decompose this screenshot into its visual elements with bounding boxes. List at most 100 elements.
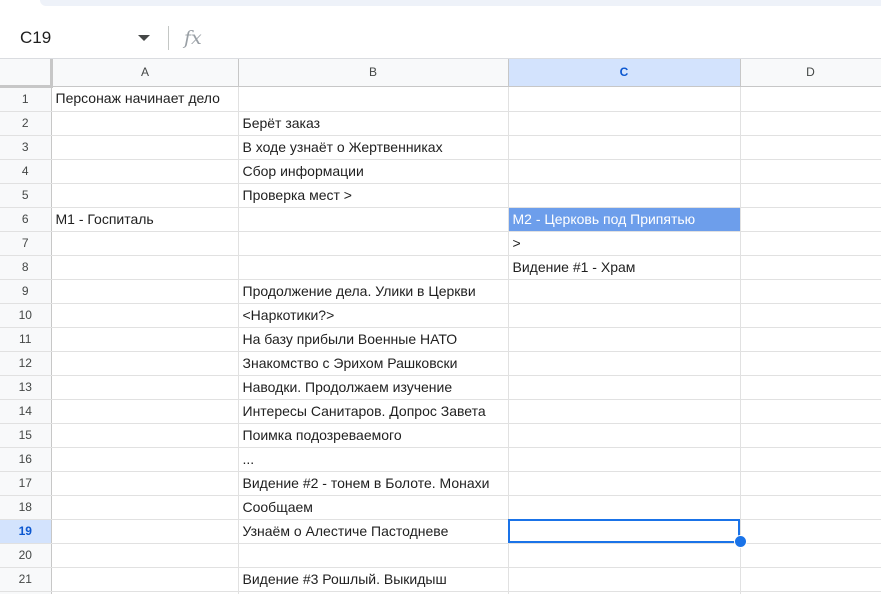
- cell-c7[interactable]: >: [508, 231, 741, 256]
- cell-d11[interactable]: [740, 327, 881, 352]
- cell-c10[interactable]: [508, 303, 741, 328]
- row-header[interactable]: 5: [0, 183, 52, 208]
- cell-b20[interactable]: [238, 543, 509, 568]
- cell-a8[interactable]: [51, 255, 239, 280]
- cell-a4[interactable]: [51, 159, 239, 184]
- cell-b1[interactable]: [238, 86, 509, 112]
- cell-b2[interactable]: Берёт заказ: [238, 111, 509, 136]
- cell-c11[interactable]: [508, 327, 741, 352]
- cell-c14[interactable]: [508, 399, 741, 424]
- cell-a9[interactable]: [51, 279, 239, 304]
- cell-c21[interactable]: [508, 567, 741, 592]
- cell-d7[interactable]: [740, 231, 881, 256]
- column-header-d[interactable]: D: [740, 59, 881, 87]
- cell-c5[interactable]: [508, 183, 741, 208]
- cell-b4[interactable]: Сбор информации: [238, 159, 509, 184]
- cell-a21[interactable]: [51, 567, 239, 592]
- cell-b12[interactable]: Знакомство с Эрихом Рашковски: [238, 351, 509, 376]
- cell-d15[interactable]: [740, 423, 881, 448]
- cell-d20[interactable]: [740, 543, 881, 568]
- cell-b5[interactable]: Проверка мест >: [238, 183, 509, 208]
- cell-b3[interactable]: В ходе узнаёт о Жертвенниках: [238, 135, 509, 160]
- cell-a16[interactable]: [51, 447, 239, 472]
- row-header[interactable]: 18: [0, 495, 52, 520]
- cell-d12[interactable]: [740, 351, 881, 376]
- cell-b16[interactable]: ...: [238, 447, 509, 472]
- cell-b6[interactable]: [238, 207, 509, 232]
- row-header[interactable]: 4: [0, 159, 52, 184]
- cell-b10[interactable]: <Наркотики?>: [238, 303, 509, 328]
- cell-c13[interactable]: [508, 375, 741, 400]
- cell-a7[interactable]: [51, 231, 239, 256]
- cell-b21[interactable]: Видение #3 Рошлый. Выкидыш: [238, 567, 509, 592]
- cell-a6[interactable]: М1 - Госпиталь: [51, 207, 239, 232]
- cell-c12[interactable]: [508, 351, 741, 376]
- cell-d10[interactable]: [740, 303, 881, 328]
- row-header[interactable]: 14: [0, 399, 52, 424]
- cell-b7[interactable]: [238, 231, 509, 256]
- cell-b17[interactable]: Видение #2 - тонем в Болоте. Монахи: [238, 471, 509, 496]
- cell-a10[interactable]: [51, 303, 239, 328]
- cell-a11[interactable]: [51, 327, 239, 352]
- cell-d13[interactable]: [740, 375, 881, 400]
- column-header-c[interactable]: C: [508, 59, 741, 87]
- column-header-a[interactable]: A: [51, 59, 239, 87]
- cell-d3[interactable]: [740, 135, 881, 160]
- row-header[interactable]: 15: [0, 423, 52, 448]
- cell-a20[interactable]: [51, 543, 239, 568]
- cell-a12[interactable]: [51, 351, 239, 376]
- row-header[interactable]: 12: [0, 351, 52, 376]
- cell-c1[interactable]: [508, 86, 741, 112]
- column-header-b[interactable]: B: [238, 59, 509, 87]
- row-header[interactable]: 17: [0, 471, 52, 496]
- row-header[interactable]: 7: [0, 231, 52, 256]
- cell-a14[interactable]: [51, 399, 239, 424]
- cell-d17[interactable]: [740, 471, 881, 496]
- cell-d8[interactable]: [740, 255, 881, 280]
- name-box[interactable]: C19: [10, 23, 156, 53]
- row-header[interactable]: 2: [0, 111, 52, 136]
- cell-b19[interactable]: Узнаём о Алестиче Пастодневе: [238, 519, 509, 544]
- cell-d14[interactable]: [740, 399, 881, 424]
- cell-d5[interactable]: [740, 183, 881, 208]
- cell-c16[interactable]: [508, 447, 741, 472]
- row-header[interactable]: 20: [0, 543, 52, 568]
- row-header[interactable]: 3: [0, 135, 52, 160]
- cell-a15[interactable]: [51, 423, 239, 448]
- cell-d1[interactable]: [740, 86, 881, 112]
- cell-b8[interactable]: [238, 255, 509, 280]
- row-header[interactable]: 10: [0, 303, 52, 328]
- cell-c2[interactable]: [508, 111, 741, 136]
- row-header[interactable]: 19: [0, 519, 52, 544]
- fill-handle[interactable]: [734, 535, 747, 548]
- cell-c20[interactable]: [508, 543, 741, 568]
- formula-input[interactable]: [220, 25, 874, 53]
- cell-c17[interactable]: [508, 471, 741, 496]
- cell-a5[interactable]: [51, 183, 239, 208]
- cell-a1[interactable]: Персонаж начинает дело: [51, 86, 239, 112]
- cell-d6[interactable]: [740, 207, 881, 232]
- cell-a3[interactable]: [51, 135, 239, 160]
- cell-b11[interactable]: На базу прибыли Военные НАТО: [238, 327, 509, 352]
- cell-b18[interactable]: Сообщаем: [238, 495, 509, 520]
- cell-d2[interactable]: [740, 111, 881, 136]
- cell-c6[interactable]: М2 - Церковь под Припятью: [508, 207, 741, 232]
- cell-a18[interactable]: [51, 495, 239, 520]
- row-header[interactable]: 21: [0, 567, 52, 592]
- select-all-corner[interactable]: [0, 59, 53, 88]
- cell-a17[interactable]: [51, 471, 239, 496]
- cell-b13[interactable]: Наводки. Продолжаем изучение: [238, 375, 509, 400]
- row-header[interactable]: 1: [0, 86, 52, 112]
- cell-a2[interactable]: [51, 111, 239, 136]
- row-header[interactable]: 16: [0, 447, 52, 472]
- cell-b15[interactable]: Поимка подозреваемого: [238, 423, 509, 448]
- cell-d16[interactable]: [740, 447, 881, 472]
- cell-d21[interactable]: [740, 567, 881, 592]
- cell-d4[interactable]: [740, 159, 881, 184]
- cell-d18[interactable]: [740, 495, 881, 520]
- row-header[interactable]: 9: [0, 279, 52, 304]
- cell-c18[interactable]: [508, 495, 741, 520]
- cell-d19[interactable]: [740, 519, 881, 544]
- chevron-down-icon[interactable]: [138, 35, 150, 41]
- cell-c4[interactable]: [508, 159, 741, 184]
